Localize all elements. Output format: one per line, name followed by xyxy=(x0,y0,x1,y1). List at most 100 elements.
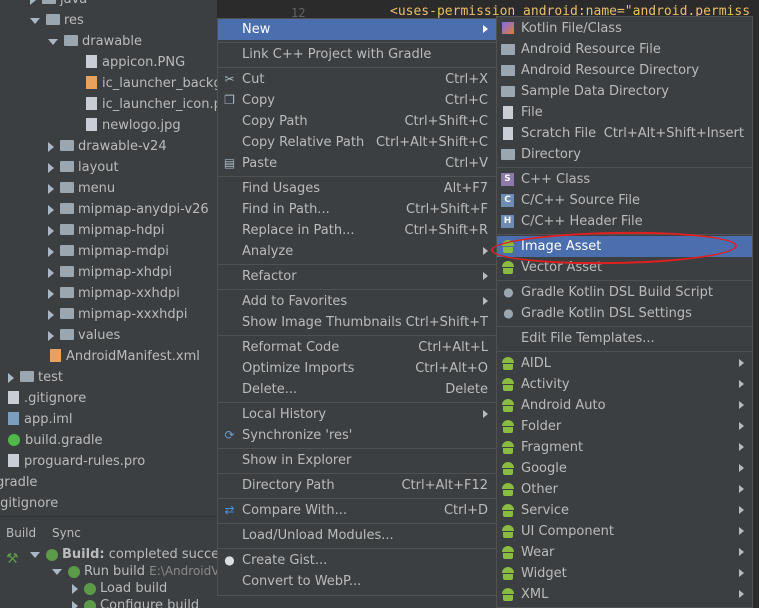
menu-item-find-usages[interactable]: Find Usages Alt+F7 xyxy=(218,178,496,199)
tree-item[interactable]: mipmap-mdpi xyxy=(48,241,169,262)
menu-item-wear[interactable]: Wear xyxy=(497,542,752,563)
chevron-down-icon[interactable] xyxy=(48,38,58,45)
menu-item-directory-path[interactable]: Directory Path Ctrl+Alt+F12 xyxy=(218,475,496,496)
menu-item-synchronize-res[interactable]: ⟳ Synchronize 'res' xyxy=(218,425,496,446)
menu-item-show-in-explorer[interactable]: Show in Explorer xyxy=(218,450,496,471)
menu-item-paste[interactable]: ▤ Paste Ctrl+V xyxy=(218,153,496,174)
chevron-right-icon[interactable] xyxy=(48,162,54,173)
menu-item-vector-asset[interactable]: Vector Asset xyxy=(497,257,752,278)
menu-item-gradle-kotlin-dsl-build-script[interactable]: ● Gradle Kotlin DSL Build Script xyxy=(497,282,752,303)
menu-item-replace-in-path[interactable]: Replace in Path... Ctrl+Shift+R xyxy=(218,220,496,241)
tab-build[interactable]: Build xyxy=(0,522,42,544)
menu-item-ui-component[interactable]: UI Component xyxy=(497,521,752,542)
tree-item[interactable]: drawable xyxy=(48,31,142,52)
tab-sync[interactable]: Sync xyxy=(46,522,87,544)
run-build-row[interactable]: Run build E:\AndroidV xyxy=(52,563,219,580)
menu-item-scratch-file[interactable]: Scratch File Ctrl+Alt+Shift+Insert xyxy=(497,123,752,144)
tree-item[interactable]: .gitignore xyxy=(8,388,86,409)
tree-item[interactable]: mipmap-anydpi-v26 xyxy=(48,199,209,220)
tree-item[interactable]: res xyxy=(30,10,84,31)
menu-item-aidl[interactable]: AIDL xyxy=(497,353,752,374)
hammer-icon[interactable]: ⚒ xyxy=(6,551,19,567)
menu-item-android-resource-directory[interactable]: Android Resource Directory xyxy=(497,60,752,81)
menu-item-optimize-imports[interactable]: Optimize Imports Ctrl+Alt+O xyxy=(218,358,496,379)
chevron-right-icon[interactable] xyxy=(48,288,54,299)
menu-item-analyze[interactable]: Analyze xyxy=(218,241,496,262)
configure-build-row[interactable]: Configure build xyxy=(72,597,199,608)
chevron-right-icon[interactable] xyxy=(48,225,54,236)
tree-item[interactable]: layout xyxy=(48,157,119,178)
tree-item[interactable]: mipmap-xxhdpi xyxy=(48,283,180,304)
tree-item[interactable]: AndroidManifest.xml xyxy=(50,346,200,367)
tree-item[interactable]: appicon.PNG xyxy=(86,52,185,73)
menu-item-kotlin-file-class[interactable]: Kotlin File/Class xyxy=(497,18,752,39)
tree-item[interactable]: drawable-v24 xyxy=(48,136,167,157)
menu-item-c-class[interactable]: S C++ Class xyxy=(497,169,752,190)
chevron-right-icon[interactable] xyxy=(48,246,54,257)
menu-item-c-c-source-file[interactable]: C C/C++ Source File xyxy=(497,190,752,211)
menu-item-copy-path[interactable]: Copy Path Ctrl+Shift+C xyxy=(218,111,496,132)
tree-item[interactable]: mipmap-hdpi xyxy=(48,220,164,241)
tree-item[interactable]: build.gradle xyxy=(8,430,103,451)
menu-item-copy-relative-path[interactable]: Copy Relative Path Ctrl+Alt+Shift+C xyxy=(218,132,496,153)
chevron-right-icon[interactable] xyxy=(72,600,78,608)
menu-item-google[interactable]: Google xyxy=(497,458,752,479)
tree-item[interactable]: values xyxy=(48,325,120,346)
menu-item-copy[interactable]: ❐ Copy Ctrl+C xyxy=(218,90,496,111)
tree-item[interactable]: ic_launcher_icon.pn xyxy=(86,94,217,115)
menu-item-c-c-header-file[interactable]: H C/C++ Header File xyxy=(497,211,752,232)
tree-item[interactable]: gradle xyxy=(0,472,37,493)
menu-item-file[interactable]: File xyxy=(497,102,752,123)
menu-item-other[interactable]: Other xyxy=(497,479,752,500)
menu-item-show-image-thumbnails[interactable]: Show Image Thumbnails Ctrl+Shift+T xyxy=(218,312,496,333)
menu-item-sample-data-directory[interactable]: Sample Data Directory xyxy=(497,81,752,102)
menu-item-gradle-kotlin-dsl-settings[interactable]: ● Gradle Kotlin DSL Settings xyxy=(497,303,752,324)
menu-item-widget[interactable]: Widget xyxy=(497,563,752,584)
menu-item-activity[interactable]: Activity xyxy=(497,374,752,395)
menu-item-delete[interactable]: Delete... Delete xyxy=(218,379,496,400)
chevron-right-icon[interactable] xyxy=(48,309,54,320)
menu-item-load-unload-modules[interactable]: Load/Unload Modules... xyxy=(218,525,496,546)
menu-item-service[interactable]: Service xyxy=(497,500,752,521)
menu-item-reformat-code[interactable]: Reformat Code Ctrl+Alt+L xyxy=(218,337,496,358)
menu-item-edit-file-templates[interactable]: Edit File Templates... xyxy=(497,328,752,349)
menu-item-compare-with[interactable]: ⇄ Compare With... Ctrl+D xyxy=(218,500,496,521)
menu-item-cut[interactable]: ✂ Cut Ctrl+X xyxy=(218,69,496,90)
tree-item[interactable]: mipmap-xhdpi xyxy=(48,262,172,283)
tree-item[interactable]: mipmap-xxxhdpi xyxy=(48,304,188,325)
menu-item-android-resource-file[interactable]: Android Resource File xyxy=(497,39,752,60)
menu-item-android-auto[interactable]: Android Auto xyxy=(497,395,752,416)
load-build-row[interactable]: Load build xyxy=(72,580,167,597)
menu-item-local-history[interactable]: Local History xyxy=(218,404,496,425)
chevron-right-icon[interactable] xyxy=(48,141,54,152)
menu-item-refactor[interactable]: Refactor xyxy=(218,266,496,287)
chevron-down-icon[interactable] xyxy=(30,17,40,24)
chevron-down-icon[interactable] xyxy=(52,568,62,575)
menu-item-new[interactable]: New xyxy=(218,19,496,40)
tree-item[interactable]: proguard-rules.pro xyxy=(8,451,145,472)
chevron-right-icon[interactable] xyxy=(30,0,36,5)
menu-item-find-in-path[interactable]: Find in Path... Ctrl+Shift+F xyxy=(218,199,496,220)
tree-item[interactable]: ic_launcher_backgr xyxy=(86,73,217,94)
chevron-right-icon[interactable] xyxy=(48,183,54,194)
menu-item-fragment[interactable]: Fragment xyxy=(497,437,752,458)
tree-item[interactable]: test xyxy=(8,367,63,388)
menu-item-folder[interactable]: Folder xyxy=(497,416,752,437)
tree-item[interactable]: java xyxy=(30,0,87,10)
chevron-right-icon[interactable] xyxy=(48,204,54,215)
menu-item-convert-to-webp[interactable]: Convert to WebP... xyxy=(218,571,496,592)
menu-item-image-asset[interactable]: Image Asset xyxy=(497,236,752,257)
project-tree[interactable]: java res drawable appicon.PNG ic_launcher_ba… xyxy=(0,0,217,516)
chevron-right-icon[interactable] xyxy=(48,330,54,341)
build-status-row[interactable]: Build: completed success xyxy=(30,546,233,563)
menu-item-directory[interactable]: Directory xyxy=(497,144,752,165)
tree-item[interactable]: newlogo.jpg xyxy=(86,115,181,136)
tree-item[interactable]: menu xyxy=(48,178,115,199)
chevron-right-icon[interactable] xyxy=(48,267,54,278)
menu-item-add-to-favorites[interactable]: Add to Favorites xyxy=(218,291,496,312)
menu-item-create-gist[interactable]: ● Create Gist... xyxy=(218,550,496,571)
chevron-right-icon[interactable] xyxy=(8,372,14,383)
chevron-down-icon[interactable] xyxy=(30,551,40,558)
tree-item[interactable]: .gitignore xyxy=(0,493,58,514)
chevron-right-icon[interactable] xyxy=(72,583,78,594)
